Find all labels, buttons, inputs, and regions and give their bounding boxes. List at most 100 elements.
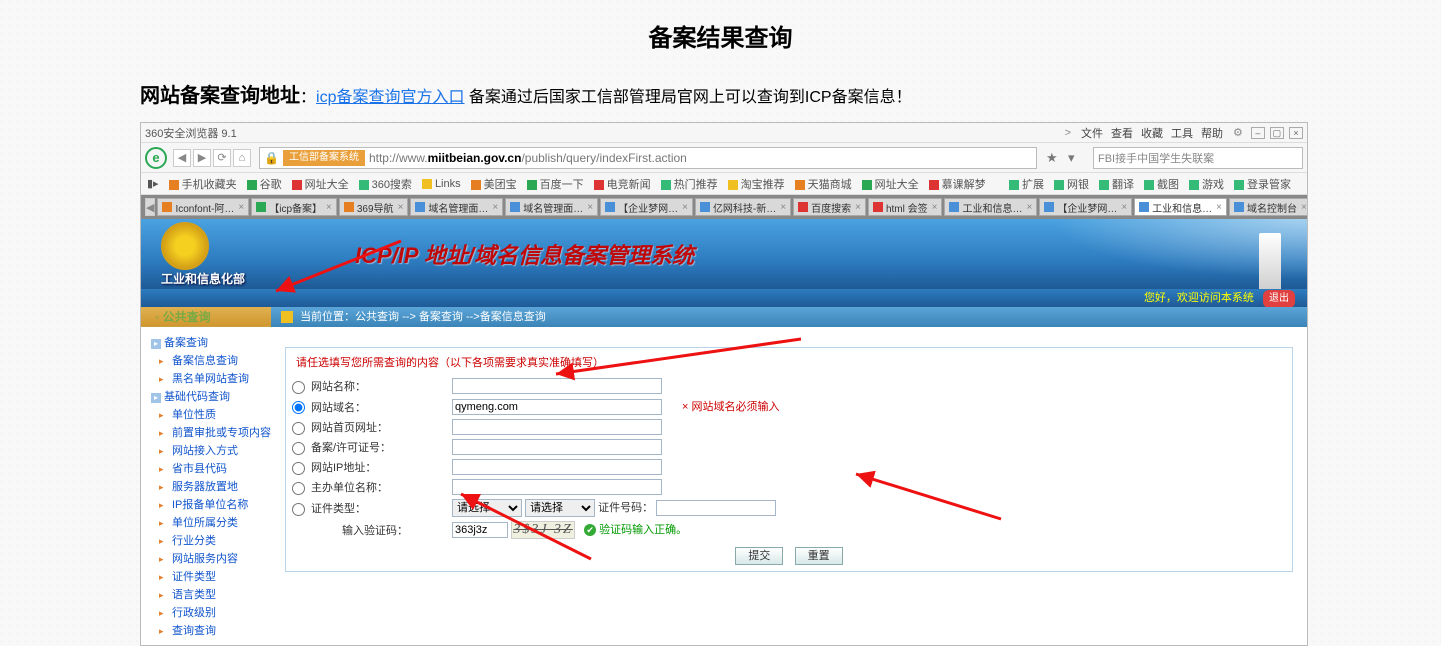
url-field[interactable]: 🔒 工信部备案系统 http://www.miitbeian.gov.cn/pu… [259, 147, 1037, 169]
input-site-name[interactable] [452, 378, 662, 394]
tab-close-icon[interactable]: × [780, 202, 786, 213]
tab-close-icon[interactable]: × [855, 202, 861, 213]
bookmark-item[interactable]: 网址大全 [292, 176, 349, 192]
radio-homepage[interactable] [292, 422, 305, 435]
select-cert-type-2[interactable]: 请选择 [525, 499, 595, 517]
tree-leaf[interactable]: ▸省市县代码 [141, 459, 271, 477]
tree-leaf[interactable]: ▸前置审批或专项内容 [141, 423, 271, 441]
menu-item[interactable]: 工具 [1171, 128, 1193, 140]
tab-close-icon[interactable]: × [1121, 202, 1127, 213]
browser-tab[interactable]: 域名管理面…× [505, 198, 598, 216]
menu-item[interactable]: 收藏 [1141, 128, 1163, 140]
bookmark-handle-icon[interactable]: ▮▸ [147, 177, 159, 190]
toolbar-item[interactable]: 游戏 [1189, 176, 1224, 192]
tree-leaf[interactable]: ▸语言类型 [141, 585, 271, 603]
browser-search[interactable]: FBI接手中国学生失联案 [1093, 147, 1303, 169]
browser-tab[interactable]: 域名控制台× [1229, 198, 1307, 216]
settings-icon[interactable]: ⚙ [1233, 126, 1243, 139]
tree-leaf[interactable]: ▸IP报备单位名称 [141, 495, 271, 513]
browser-tab[interactable]: 【企业梦网…× [1039, 198, 1132, 216]
bookmark-item[interactable]: 淘宝推荐 [728, 176, 785, 192]
toolbar-item[interactable]: 登录管家 [1234, 176, 1291, 192]
tab-close-icon[interactable]: × [398, 202, 404, 213]
tree-leaf[interactable]: ▸网站服务内容 [141, 549, 271, 567]
browser-tab[interactable]: 百度搜索× [793, 198, 866, 216]
tab-close-icon[interactable]: × [932, 202, 938, 213]
browser-tab[interactable]: 【icp备案】× [251, 198, 337, 216]
input-sponsor[interactable] [452, 479, 662, 495]
tree-leaf[interactable]: ▸黑名单网站查询 [141, 369, 271, 387]
bookmark-item[interactable]: 热门推荐 [661, 176, 718, 192]
browser-tab[interactable]: html 会签× [868, 198, 943, 216]
reload-button[interactable]: ⟳ [213, 149, 231, 167]
bookmark-item[interactable]: 天猫商城 [795, 176, 852, 192]
input-domain[interactable] [452, 399, 662, 415]
submit-button[interactable]: 提交 [735, 547, 783, 565]
menu-item[interactable]: 帮助 [1201, 128, 1223, 140]
radio-site-name[interactable] [292, 381, 305, 394]
reset-button[interactable]: 重置 [795, 547, 843, 565]
radio-sponsor[interactable] [292, 482, 305, 495]
input-license[interactable] [452, 439, 662, 455]
browser-tab[interactable]: 369导航× [339, 198, 409, 216]
tree-leaf[interactable]: ▸查询查询 [141, 621, 271, 639]
bookmark-item[interactable]: 谷歌 [247, 176, 282, 192]
bookmark-item[interactable]: 美团宝 [471, 176, 517, 192]
exit-button[interactable]: 退出 [1263, 290, 1295, 308]
browser-tab[interactable]: 【企业梦网…× [600, 198, 693, 216]
tab-close-icon[interactable]: × [1301, 202, 1307, 213]
captcha-image[interactable]: 3$3J 3Z [511, 521, 575, 539]
input-homepage[interactable] [452, 419, 662, 435]
tab-close-icon[interactable]: × [682, 202, 688, 213]
tab-close-icon[interactable]: × [1216, 202, 1222, 213]
minimize-icon[interactable]: – [1251, 127, 1265, 139]
dropdown-icon[interactable]: ▾ [1068, 150, 1084, 166]
toolbar-item[interactable]: 翻译 [1099, 176, 1134, 192]
select-cert-type-1[interactable]: 请选择 [452, 499, 522, 517]
tab-scroll-left[interactable]: ◀ [145, 198, 155, 216]
tab-close-icon[interactable]: × [587, 202, 593, 213]
tree-leaf[interactable]: ▸备案信息查询 [141, 351, 271, 369]
tree-leaf[interactable]: ▸行业分类 [141, 531, 271, 549]
radio-ip[interactable] [292, 462, 305, 475]
input-captcha[interactable] [452, 522, 508, 538]
tab-close-icon[interactable]: × [1026, 202, 1032, 213]
star-icon[interactable]: ★ [1046, 150, 1062, 166]
tree-leaf[interactable]: ▸服务器放置地 [141, 477, 271, 495]
browser-tab[interactable]: 亿网科技-新…× [695, 198, 791, 216]
browser-tab[interactable]: 工业和信息…× [944, 198, 1037, 216]
tree-leaf[interactable]: ▸行政级别 [141, 603, 271, 621]
tree-group[interactable]: ▸备案查询 [141, 333, 271, 351]
radio-domain[interactable] [292, 401, 305, 414]
toolbar-item[interactable]: 截图 [1144, 176, 1179, 192]
radio-cert[interactable] [292, 503, 305, 516]
tab-close-icon[interactable]: × [492, 202, 498, 213]
bookmark-item[interactable]: Links [422, 178, 461, 190]
tree-leaf[interactable]: ▸单位性质 [141, 405, 271, 423]
bookmark-item[interactable]: 慕课解梦 [929, 176, 986, 192]
browser-tab[interactable]: 域名管理面…× [410, 198, 503, 216]
browser-tab[interactable]: 工业和信息…× [1134, 198, 1227, 216]
bookmark-item[interactable]: 电竞新闻 [594, 176, 651, 192]
input-cert-no[interactable] [656, 500, 776, 516]
tree-leaf[interactable]: ▸单位所属分类 [141, 513, 271, 531]
input-ip[interactable] [452, 459, 662, 475]
maximize-icon[interactable]: ▢ [1270, 127, 1284, 139]
close-icon[interactable]: × [1289, 127, 1303, 139]
tree-leaf[interactable]: ▸网站接入方式 [141, 441, 271, 459]
bookmark-item[interactable]: 网址大全 [862, 176, 919, 192]
home-button[interactable]: ⌂ [233, 149, 251, 167]
browser-tab[interactable]: Iconfont-阿…× [157, 198, 249, 216]
radio-license[interactable] [292, 442, 305, 455]
toolbar-item[interactable]: 网银 [1054, 176, 1089, 192]
forward-button[interactable]: ▶ [193, 149, 211, 167]
menu-item[interactable]: 文件 [1081, 128, 1103, 140]
toolbar-item[interactable]: 扩展 [1009, 176, 1044, 192]
tab-close-icon[interactable]: × [238, 202, 244, 213]
back-button[interactable]: ◀ [173, 149, 191, 167]
menu-item[interactable]: 查看 [1111, 128, 1133, 140]
bookmark-item[interactable]: 手机收藏夹 [169, 176, 237, 192]
intro-link[interactable]: icp备案查询官方入口 [316, 89, 464, 106]
tab-close-icon[interactable]: × [326, 202, 332, 213]
tree-group[interactable]: ▸基础代码查询 [141, 387, 271, 405]
